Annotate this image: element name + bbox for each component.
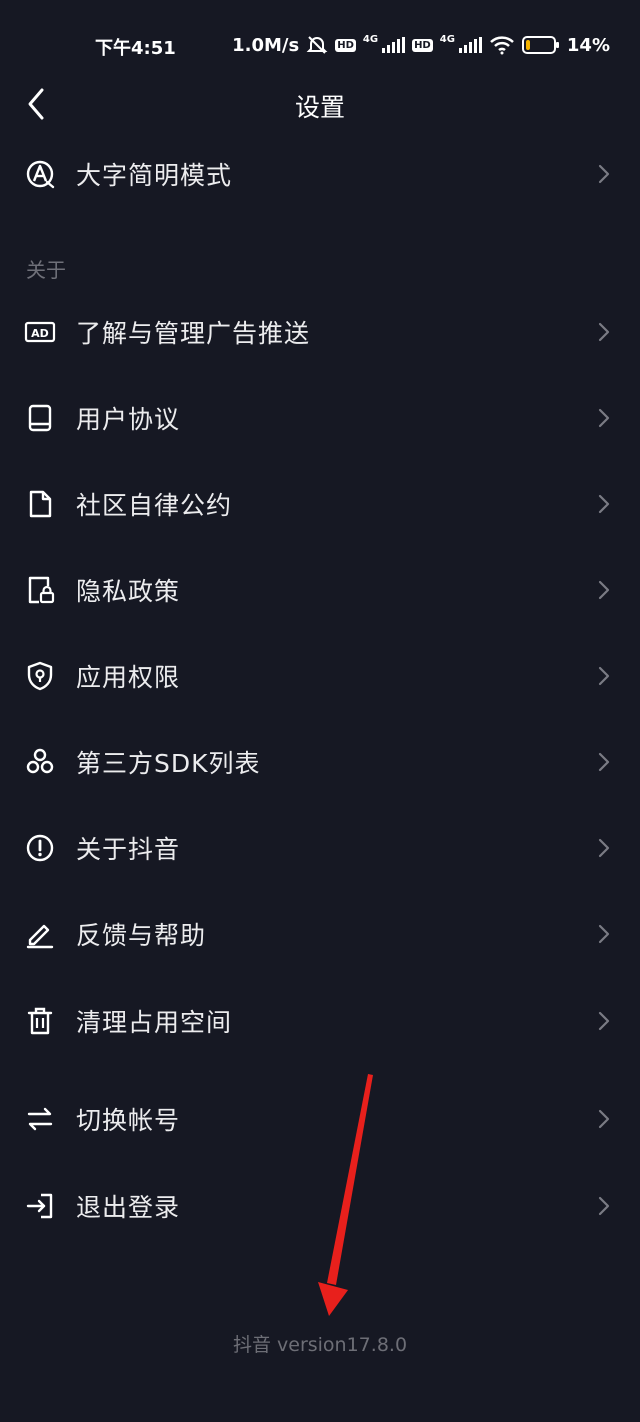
settings-item-label: 应用权限 [76,663,181,692]
chevron-right-icon [598,838,610,858]
settings-item-ad-management[interactable]: AD 了解与管理广告推送 [0,292,640,372]
document-icon [29,490,52,518]
settings-item-label: 隐私政策 [76,577,181,606]
sim2-label: 4G [439,33,455,45]
settings-item-feedback-help[interactable]: 反馈与帮助 [0,894,640,974]
battery-fill [525,40,531,50]
trash-icon [27,1007,53,1035]
settings-item-third-party-sdk[interactable]: 第三方SDK列表 [0,722,640,802]
page-title: 设置 [294,93,345,122]
signal-icon-1 [382,37,406,53]
net-speed: 1.0M/s [232,34,300,56]
settings-item-about-douyin[interactable]: 关于抖音 [0,808,640,888]
chevron-right-icon [598,666,610,686]
battery-icon [521,36,559,54]
large-text-icon [26,160,55,189]
section-header-about: 关于 [26,258,66,282]
status-icons: 1.0M/s HD 4G HD 4G 14% [232,34,610,56]
settings-item-label: 用户协议 [76,405,181,434]
switch-icon [27,1107,53,1131]
chevron-right-icon [598,408,610,428]
settings-item-app-permissions[interactable]: 应用权限 [0,636,640,716]
wifi-icon [490,36,514,55]
chevron-right-icon [598,1109,610,1129]
chevron-right-icon [598,580,610,600]
settings-item-logout[interactable]: 退出登录 [0,1166,640,1246]
chevron-right-icon [598,924,610,944]
shield-icon [27,661,53,691]
signal-icon-2 [458,37,482,53]
settings-item-label: 第三方SDK列表 [76,749,261,778]
sdk-nodes-icon [26,748,54,774]
hd-badge-2: HD [412,38,433,52]
settings-item-label: 了解与管理广告推送 [76,319,311,348]
settings-item-label: 关于抖音 [76,835,181,864]
chevron-right-icon [598,1196,610,1216]
settings-item-large-text[interactable]: 大字简明模式 [0,134,640,214]
settings-item-clear-storage[interactable]: 清理占用空间 [0,981,640,1061]
logout-icon [26,1193,53,1219]
settings-item-privacy-policy[interactable]: 隐私政策 [0,550,640,630]
sim1-label: 4G [362,33,379,45]
chevron-right-icon [598,752,610,772]
chevron-right-icon [598,494,610,514]
header: 设置 [0,72,640,136]
chevron-right-icon [598,1011,610,1031]
pencil-icon [26,924,54,949]
app-version: 抖音 version17.8.0 [232,1334,408,1356]
info-icon [26,834,54,862]
settings-item-label: 社区自律公约 [76,491,233,520]
settings-item-user-agreement[interactable]: 用户协议 [0,378,640,458]
settings-item-label: 切换帐号 [76,1106,181,1135]
ad-icon: AD [24,321,56,343]
settings-item-community-convention[interactable]: 社区自律公约 [0,464,640,544]
status-time: 下午4:51 [95,38,176,59]
settings-item-label: 反馈与帮助 [76,921,207,950]
hd-badge-1: HD [335,38,356,52]
chevron-right-icon [598,164,610,184]
battery-percent: 14% [566,34,610,56]
svg-text:AD: AD [31,327,49,340]
settings-item-label: 大字简明模式 [76,161,233,190]
settings-item-switch-account[interactable]: 切换帐号 [0,1079,640,1159]
chevron-right-icon [598,322,610,342]
book-icon [28,404,52,432]
bell-muted-icon [306,36,328,54]
privacy-lock-icon [28,576,55,604]
settings-item-label: 退出登录 [76,1193,181,1222]
settings-item-label: 清理占用空间 [76,1008,233,1037]
